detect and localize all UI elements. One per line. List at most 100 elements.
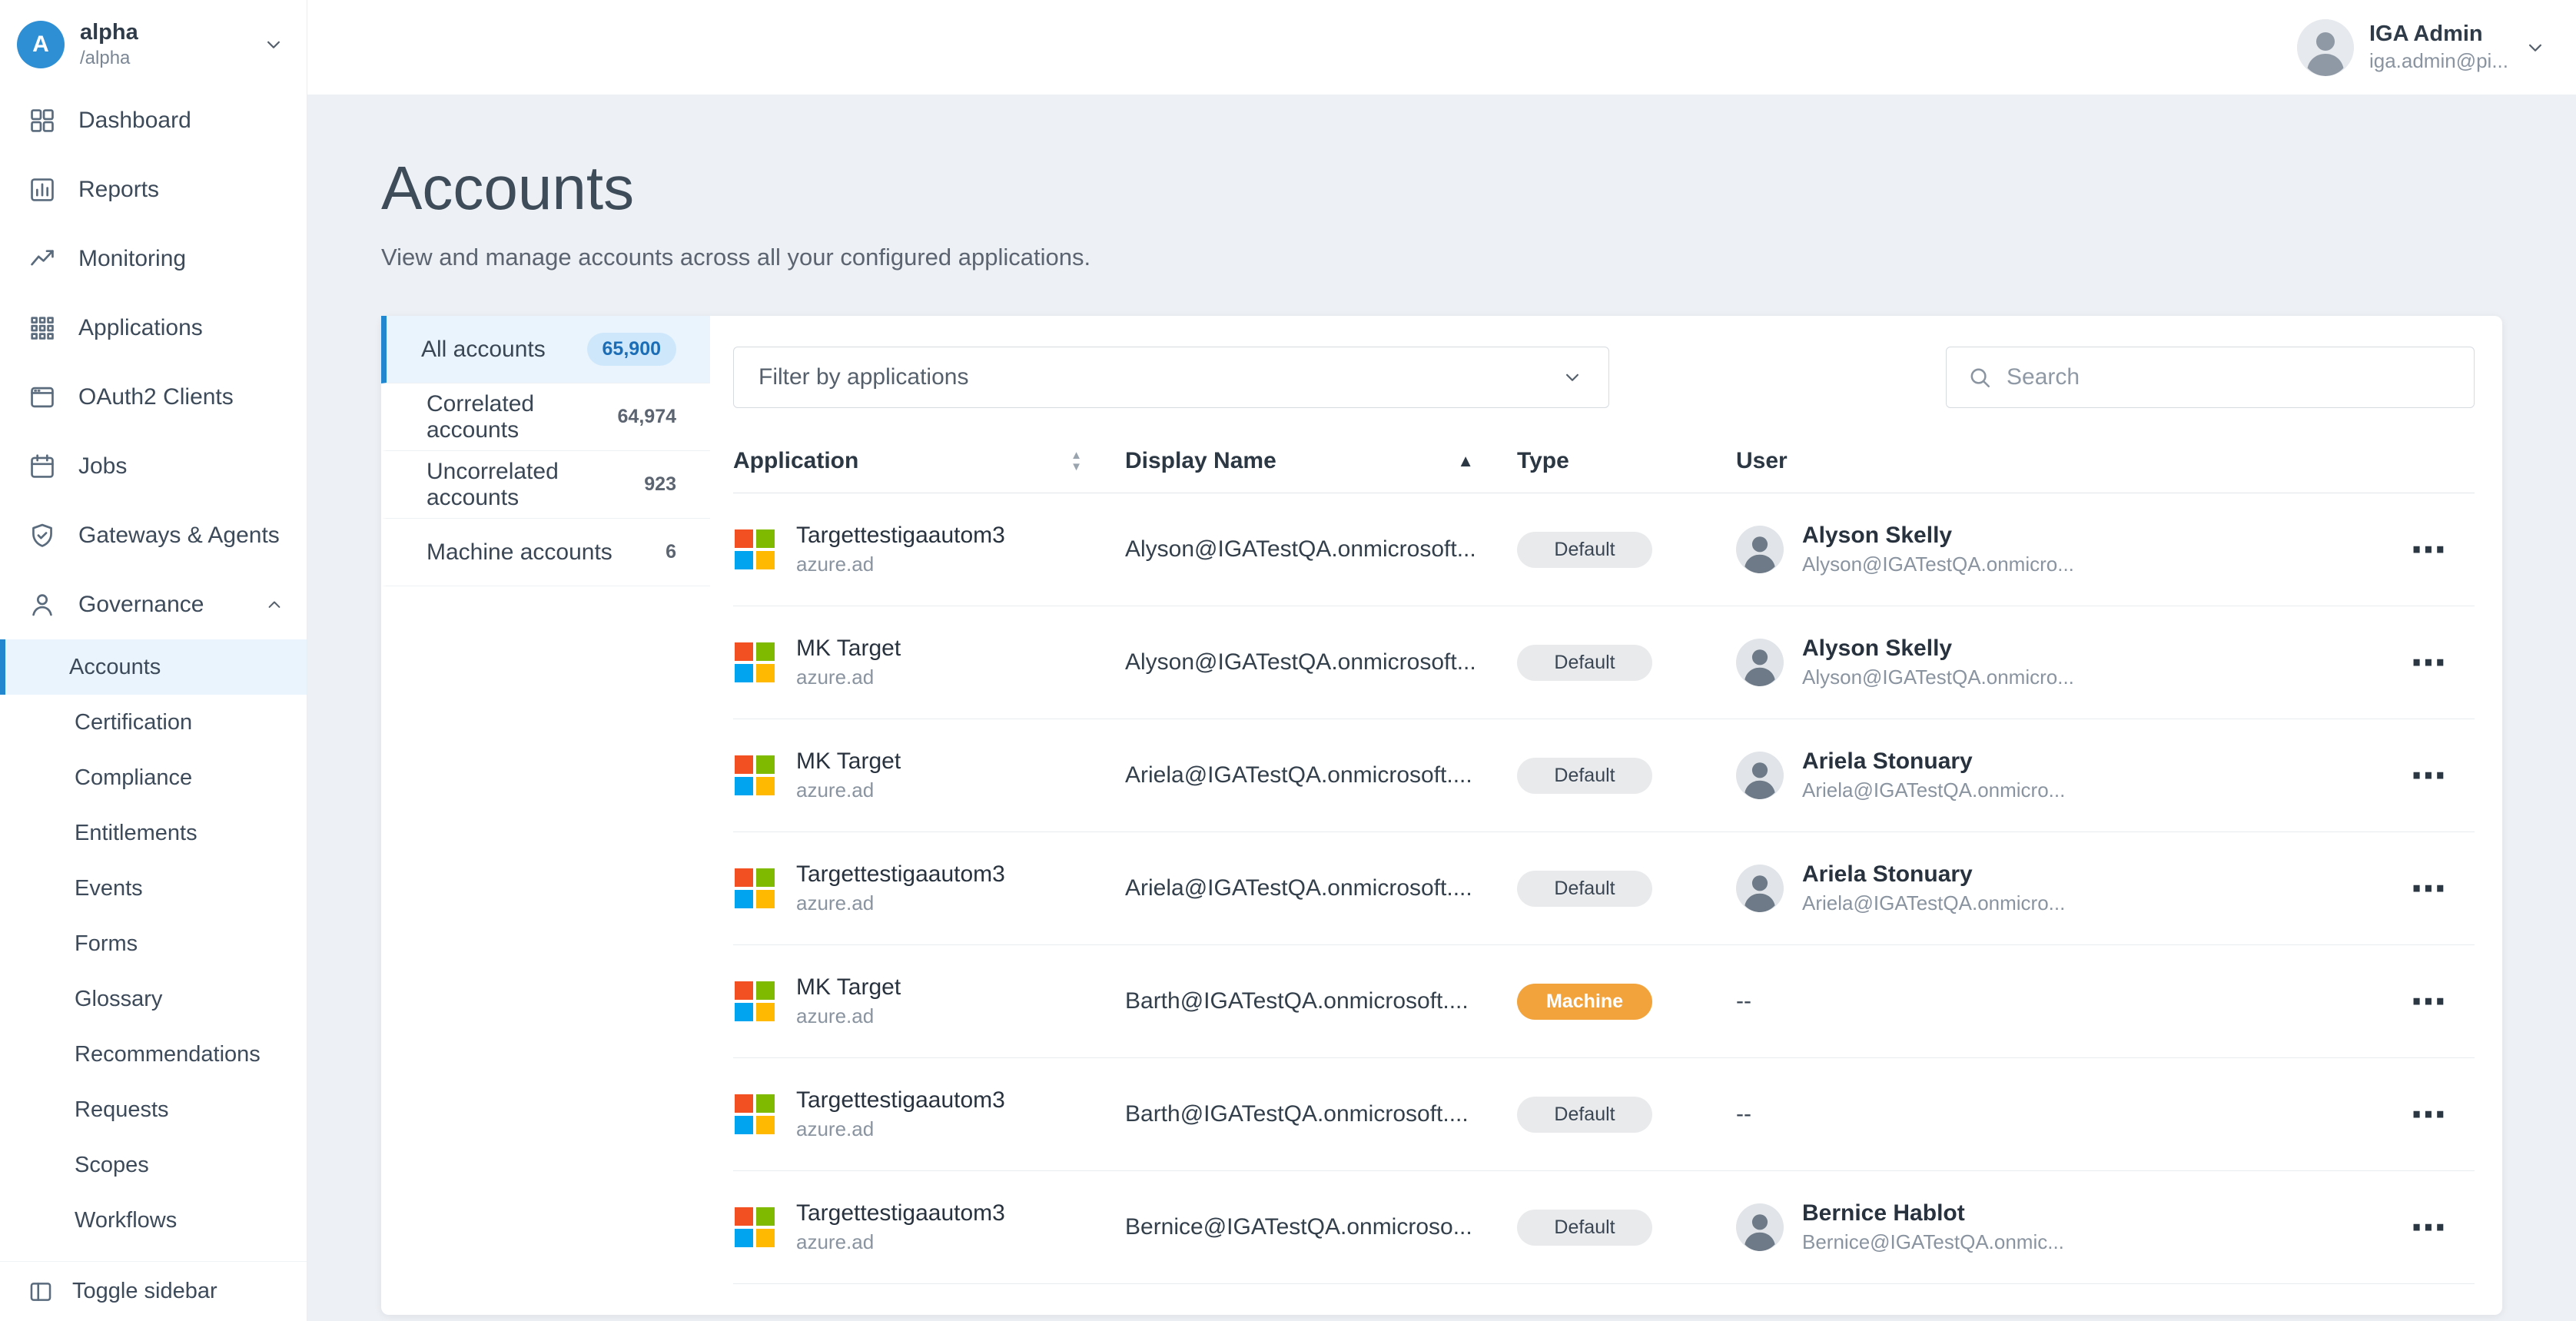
org-selector[interactable]: A alpha /alpha bbox=[0, 0, 307, 86]
type-cell: Default bbox=[1517, 1210, 1736, 1246]
sidebar-item-gateways-agents[interactable]: Gateways & Agents bbox=[0, 501, 307, 570]
table-row[interactable]: Targettestigaautom3 azure.ad Bernice@IGA… bbox=[733, 1171, 2475, 1284]
page-title: Accounts bbox=[381, 153, 2502, 224]
monitoring-icon bbox=[28, 244, 57, 274]
column-header-type[interactable]: Type bbox=[1517, 448, 1736, 474]
row-actions-button[interactable]: ⋯ bbox=[2411, 871, 2446, 906]
sidebar-subitem-label: Events bbox=[75, 876, 143, 901]
tab-all-accounts[interactable]: All accounts 65,900 bbox=[381, 316, 710, 383]
user-cell: Ariela Stonuary Ariela@IGATestQA.onmicro… bbox=[1736, 748, 2382, 802]
microsoft-logo-icon bbox=[735, 1207, 775, 1247]
sidebar-item-scopes[interactable]: Scopes bbox=[0, 1137, 307, 1193]
sidebar-subitem-label: Scopes bbox=[75, 1153, 149, 1178]
table-row[interactable]: MK Target azure.ad Ariela@IGATestQA.onmi… bbox=[733, 719, 2475, 832]
type-cell: Default bbox=[1517, 758, 1736, 794]
sidebar-item-reports[interactable]: Reports bbox=[0, 155, 307, 224]
sidebar-item-compliance[interactable]: Compliance bbox=[0, 750, 307, 805]
application-directory: azure.ad bbox=[796, 665, 901, 689]
application-name: MK Target bbox=[796, 748, 901, 775]
org-path: /alpha bbox=[80, 48, 247, 69]
table-row[interactable]: Targettestigaautom3 azure.ad Alyson@IGAT… bbox=[733, 493, 2475, 606]
sidebar-subitem-label: Entitlements bbox=[75, 821, 198, 846]
application-directory: azure.ad bbox=[796, 891, 1005, 915]
application-cell: Targettestigaautom3 azure.ad bbox=[733, 861, 1125, 915]
display-name-cell: Ariela@IGATestQA.onmicrosoft.... bbox=[1125, 875, 1517, 901]
sidebar-item-glossary[interactable]: Glossary bbox=[0, 971, 307, 1027]
user-name: Bernice Hablot bbox=[1802, 1200, 2064, 1226]
search-box[interactable] bbox=[1946, 347, 2475, 408]
row-actions-button[interactable]: ⋯ bbox=[2411, 1210, 2446, 1245]
type-cell: Default bbox=[1517, 871, 1736, 907]
sidebar-nav: Dashboard Reports Monitoring Application… bbox=[0, 86, 307, 1261]
application-directory: azure.ad bbox=[796, 553, 1005, 576]
user-cell: Bernice Hablot Bernice@IGATestQA.onmic..… bbox=[1736, 1200, 2382, 1254]
sidebar-item-forms[interactable]: Forms bbox=[0, 916, 307, 971]
table-row[interactable]: Targettestigaautom3 azure.ad Ariela@IGAT… bbox=[733, 832, 2475, 945]
column-label: User bbox=[1736, 448, 1788, 474]
table-row[interactable]: MK Target azure.ad Alyson@IGATestQA.onmi… bbox=[733, 606, 2475, 719]
sidebar-item-oauth2-clients[interactable]: OAuth2 Clients bbox=[0, 363, 307, 432]
user-avatar bbox=[1736, 1203, 1784, 1251]
jobs-icon bbox=[28, 452, 57, 481]
sidebar-item-recommendations[interactable]: Recommendations bbox=[0, 1027, 307, 1082]
user-avatar bbox=[1736, 639, 1784, 686]
table-row[interactable]: Targettestigaautom3 azure.ad Barth@IGATe… bbox=[733, 1058, 2475, 1171]
type-badge: Default bbox=[1517, 645, 1652, 681]
type-badge: Machine bbox=[1517, 984, 1652, 1020]
application-name: Targettestigaautom3 bbox=[796, 1087, 1005, 1114]
user-name: Ariela Stonuary bbox=[1802, 861, 2065, 888]
chevron-down-icon bbox=[1561, 366, 1584, 389]
user-email: Alyson@IGATestQA.onmicro... bbox=[1802, 553, 2074, 576]
application-cell: Targettestigaautom3 azure.ad bbox=[733, 1200, 1125, 1254]
sidebar-item-label: Jobs bbox=[78, 453, 285, 480]
user-menu[interactable]: IGA Admin iga.admin@pi... bbox=[2297, 19, 2547, 76]
microsoft-logo-icon bbox=[735, 529, 775, 569]
chevron-down-icon bbox=[262, 33, 285, 56]
row-actions-button[interactable]: ⋯ bbox=[2411, 645, 2446, 680]
column-header-user[interactable]: User bbox=[1736, 448, 2382, 474]
tab-uncorrelated-accounts[interactable]: Uncorrelated accounts 923 bbox=[381, 451, 710, 519]
no-user-value: -- bbox=[1736, 988, 1751, 1014]
user-avatar bbox=[1736, 526, 1784, 573]
row-actions-button[interactable]: ⋯ bbox=[2411, 1097, 2446, 1132]
user-name: Alyson Skelly bbox=[1802, 636, 2074, 662]
microsoft-logo-icon bbox=[735, 642, 775, 682]
sidebar-item-entitlements[interactable]: Entitlements bbox=[0, 805, 307, 861]
tab-label: All accounts bbox=[421, 337, 546, 363]
tab-count: 923 bbox=[644, 473, 676, 496]
sidebar-item-accounts[interactable]: Accounts bbox=[0, 639, 307, 695]
sidebar-item-certification[interactable]: Certification bbox=[0, 695, 307, 750]
toggle-sidebar-icon bbox=[28, 1279, 54, 1305]
user-cell: Alyson Skelly Alyson@IGATestQA.onmicro..… bbox=[1736, 523, 2382, 576]
sidebar-item-label: Monitoring bbox=[78, 246, 285, 272]
application-directory: azure.ad bbox=[796, 778, 901, 802]
user-cell: -- bbox=[1736, 988, 2382, 1014]
row-actions-button[interactable]: ⋯ bbox=[2411, 758, 2446, 793]
column-header-display-name[interactable]: Display Name▲ bbox=[1125, 448, 1517, 474]
sidebar-item-monitoring[interactable]: Monitoring bbox=[0, 224, 307, 294]
tab-correlated-accounts[interactable]: Correlated accounts 64,974 bbox=[381, 383, 710, 451]
display-name-cell: Alyson@IGATestQA.onmicrosoft... bbox=[1125, 536, 1517, 563]
sidebar-item-governance[interactable]: Governance bbox=[0, 570, 307, 639]
sidebar-item-dashboard[interactable]: Dashboard bbox=[0, 86, 307, 155]
sidebar-item-events[interactable]: Events bbox=[0, 861, 307, 916]
user-avatar bbox=[1736, 752, 1784, 799]
row-actions-button[interactable]: ⋯ bbox=[2411, 984, 2446, 1019]
sidebar-item-workflows[interactable]: Workflows bbox=[0, 1193, 307, 1248]
display-name-cell: Barth@IGATestQA.onmicrosoft.... bbox=[1125, 988, 1517, 1014]
sidebar-item-jobs[interactable]: Jobs bbox=[0, 432, 307, 501]
accounts-card: All accounts 65,900 Correlated accounts … bbox=[381, 316, 2502, 1315]
sidebar-item-requests[interactable]: Requests bbox=[0, 1082, 307, 1137]
tab-count: 6 bbox=[666, 541, 676, 563]
search-input[interactable] bbox=[2007, 364, 2454, 390]
user-cell: Alyson Skelly Alyson@IGATestQA.onmicro..… bbox=[1736, 636, 2382, 689]
table-row[interactable]: MK Target azure.ad Barth@IGATestQA.onmic… bbox=[733, 945, 2475, 1058]
tab-label: Machine accounts bbox=[427, 539, 612, 566]
tab-machine-accounts[interactable]: Machine accounts 6 bbox=[381, 519, 710, 586]
sidebar: A alpha /alpha Dashboard Reports Monitor… bbox=[0, 0, 307, 1321]
sidebar-item-applications[interactable]: Applications bbox=[0, 294, 307, 363]
applications-filter[interactable]: Filter by applications bbox=[733, 347, 1609, 408]
toggle-sidebar-button[interactable]: Toggle sidebar bbox=[0, 1261, 307, 1321]
column-header-application[interactable]: Application▲▼ bbox=[733, 448, 1125, 474]
row-actions-button[interactable]: ⋯ bbox=[2411, 532, 2446, 567]
